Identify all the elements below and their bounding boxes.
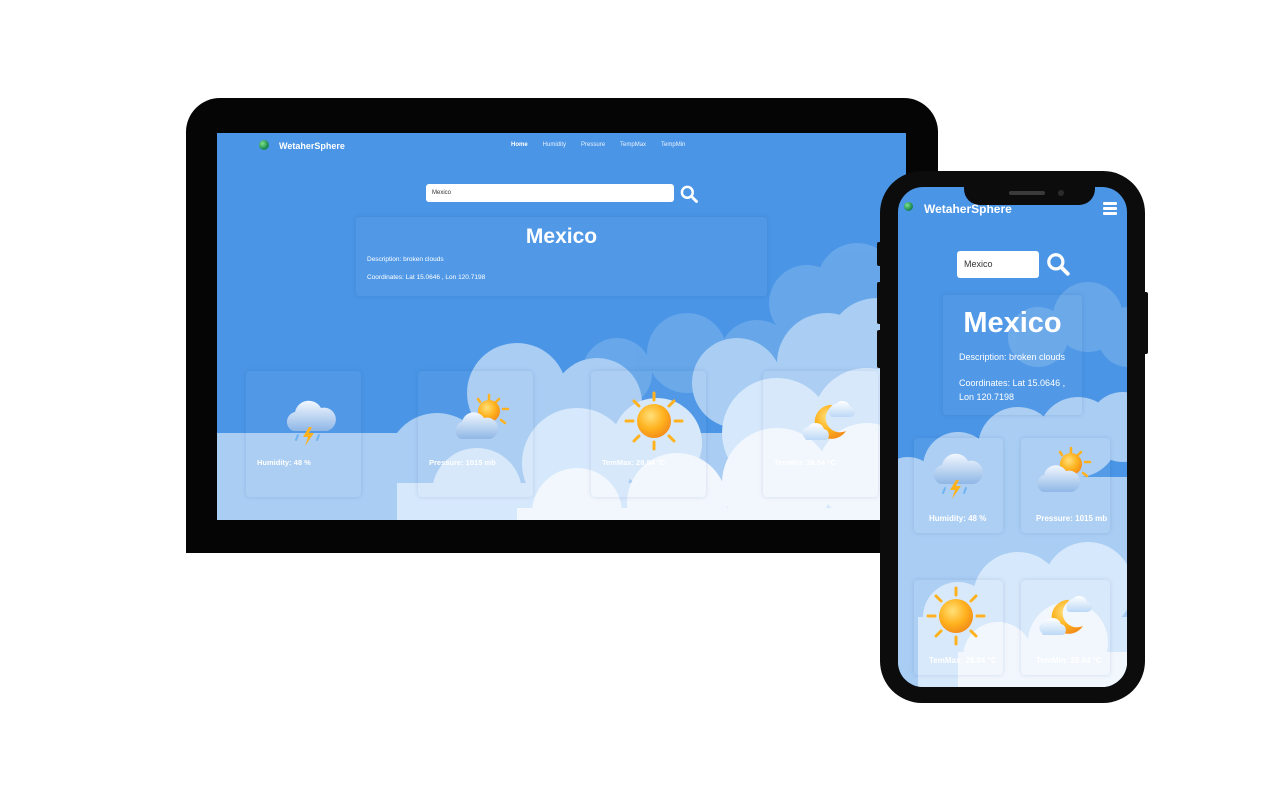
phone-frame: WetaherSphere Mexico Mexico Description:… (880, 171, 1145, 703)
storm-cloud-icon (279, 391, 339, 451)
navbar: WetaherSphere Home Humidity Pressure Tem… (217, 133, 906, 159)
pressure-label: Pressure: 1015 mb (1036, 514, 1108, 523)
phone-screen: WetaherSphere Mexico Mexico Description:… (898, 187, 1127, 687)
storm-cloud-icon (926, 444, 986, 504)
humidity-card: Humidity: 48 % (246, 371, 361, 497)
camera-icon (1058, 190, 1064, 196)
phone-notch (964, 187, 1095, 205)
hamburger-menu-icon[interactable] (1103, 202, 1117, 215)
globe-logo-icon (259, 140, 269, 150)
moon-cloud-icon (796, 391, 856, 451)
weather-info-card: Mexico Description: broken clouds Coordi… (356, 217, 767, 296)
weather-description: Description: broken clouds (959, 352, 1066, 362)
weather-description: Description: broken clouds (367, 256, 444, 263)
nav-home[interactable]: Home (511, 142, 528, 148)
laptop-frame: WetaherSphere Home Humidity Pressure Tem… (186, 98, 938, 553)
globe-logo-icon (904, 202, 913, 211)
sun-icon (926, 586, 986, 646)
search-input[interactable]: Mexico (957, 251, 1039, 278)
tempmax-label: TemMax: 28.84 °C (929, 656, 997, 665)
tempmax-card: TemMax: 28.84 °C (591, 371, 706, 497)
brand-name[interactable]: WetaherSphere (279, 141, 345, 151)
nav-tempmin[interactable]: TempMin (661, 142, 685, 148)
weather-coordinates: Coordinates: Lat 15.0646 , Lon 120.7198 (959, 378, 1066, 402)
city-name: Mexico (963, 307, 1062, 339)
pressure-card: Pressure: 1015 mb (418, 371, 533, 497)
city-name: Mexico (525, 225, 598, 248)
weather-info-card: Mexico Description: broken clouds Coordi… (943, 295, 1082, 415)
pressure-label: Pressure: 1015 mb (429, 458, 496, 467)
partly-sunny-icon (451, 391, 511, 451)
humidity-card: Humidity: 48 % (914, 438, 1003, 533)
nav-links: Home Humidity Pressure TempMax TempMin (511, 142, 685, 148)
nav-humidity[interactable]: Humidity (543, 142, 566, 148)
tempmax-label: TemMax: 28.84 °C (602, 458, 666, 467)
laptop-screen: WetaherSphere Home Humidity Pressure Tem… (217, 133, 906, 520)
nav-tempmax[interactable]: TempMax (620, 142, 646, 148)
search-icon[interactable] (1045, 251, 1071, 277)
humidity-label: Humidity: 48 % (257, 458, 311, 467)
humidity-label: Humidity: 48 % (929, 514, 987, 523)
search-input[interactable]: Mexico (426, 184, 674, 202)
tempmin-card: TemMin: 28.84 °C (763, 371, 878, 497)
nav-pressure[interactable]: Pressure (581, 142, 605, 148)
sun-icon (624, 391, 684, 451)
weather-coordinates: Coordinates: Lat 15.0646 , Lon 120.7198 (367, 274, 486, 281)
tempmin-label: TemMin: 28.84 °C (1036, 656, 1102, 665)
tempmin-card: TemMin: 28.84 °C (1021, 580, 1110, 675)
tempmax-card: TemMax: 28.84 °C (914, 580, 1003, 675)
tempmin-label: TemMin: 28.84 °C (774, 458, 836, 467)
moon-cloud-icon (1033, 586, 1093, 646)
pressure-card: Pressure: 1015 mb (1021, 438, 1110, 533)
speaker-icon (1009, 191, 1045, 195)
partly-sunny-icon (1033, 444, 1093, 504)
search-icon[interactable] (679, 184, 699, 204)
